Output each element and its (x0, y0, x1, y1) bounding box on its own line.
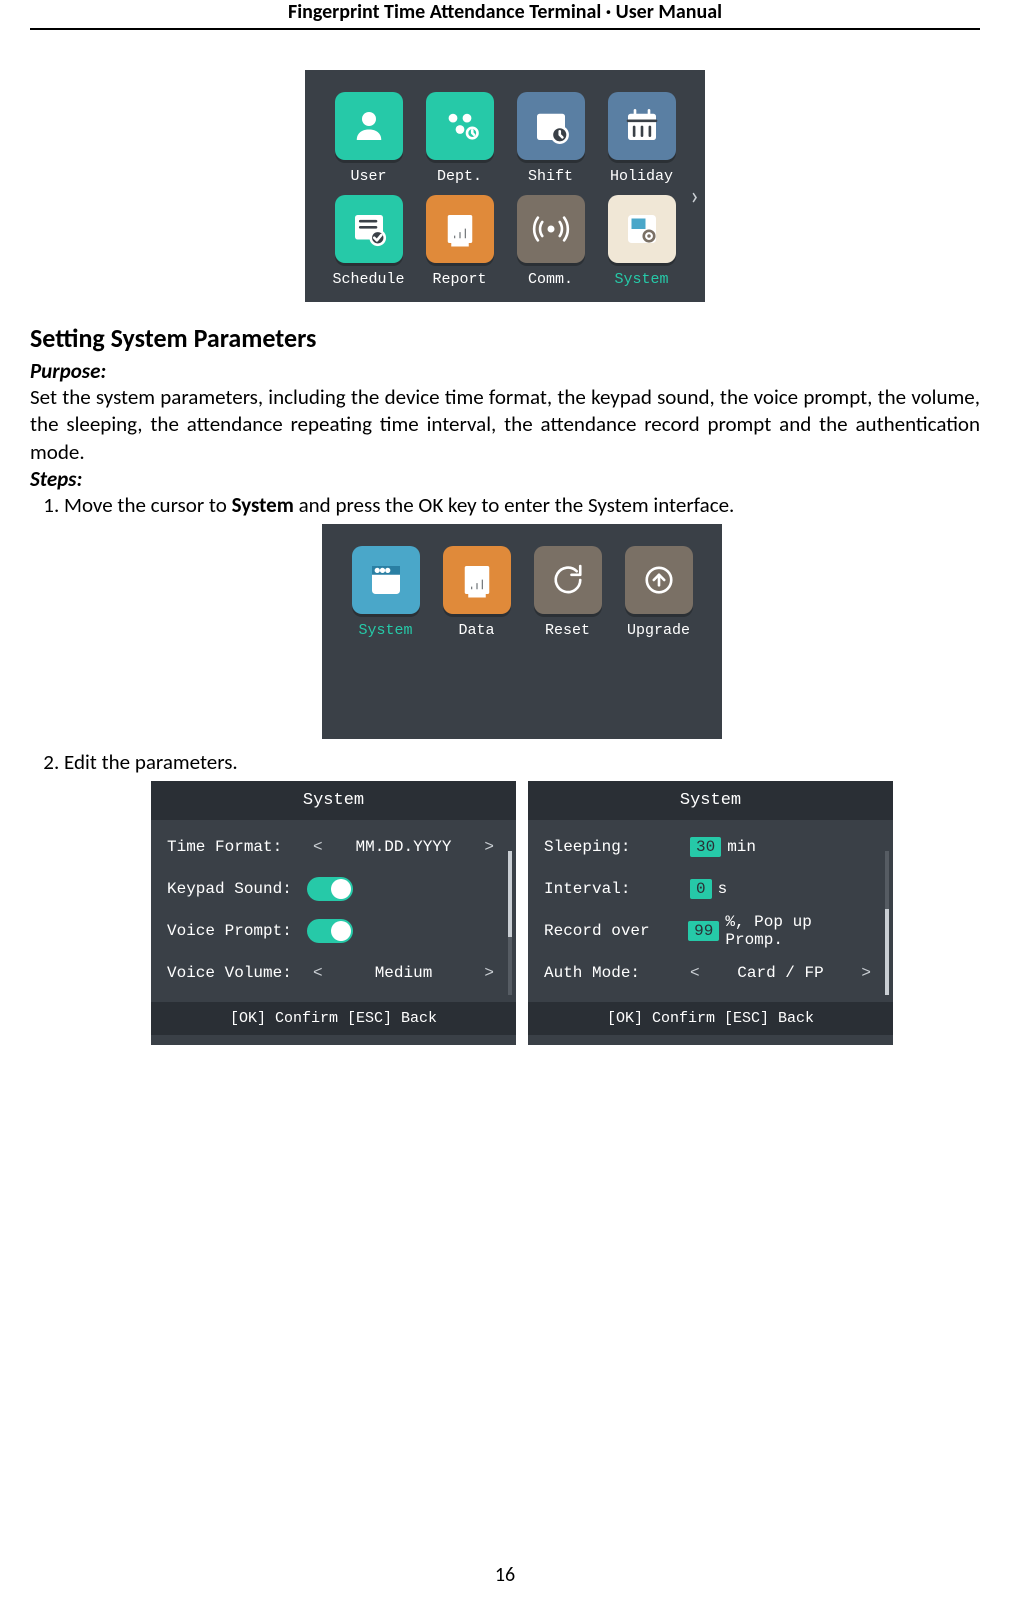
setting-row[interactable]: Voice Volume:<Medium> (167, 960, 500, 986)
panel-title: System (151, 781, 516, 820)
setting-label: Sleeping: (544, 838, 684, 856)
menu-tile-system[interactable]: System (604, 195, 679, 288)
menu-tile-label: Report (422, 271, 497, 288)
menu-tile-label: Dept. (422, 168, 497, 185)
menu-tile-data[interactable]: Data (439, 546, 514, 639)
step-2: Edit the parameters. System Time Format:… (64, 749, 980, 1045)
menu-tile-label: User (331, 168, 406, 185)
setting-label: Keypad Sound: (167, 880, 307, 898)
menu-tile-label: Shift (513, 168, 588, 185)
clock-icon (517, 92, 585, 160)
scrollbar[interactable] (508, 851, 512, 995)
menu-tile-label: Holiday (604, 168, 679, 185)
page-number: 16 (0, 1563, 1010, 1587)
setting-label: Voice Volume: (167, 964, 307, 982)
setting-label: Interval: (544, 880, 684, 898)
setting-value[interactable]: 0 (690, 879, 712, 899)
setting-label: Auth Mode: (544, 964, 684, 982)
group-icon (426, 92, 494, 160)
menu-tile-schedule[interactable]: Schedule (331, 195, 406, 288)
chevron-left-icon[interactable]: < (307, 964, 329, 982)
chevron-right-icon[interactable]: > (478, 964, 500, 982)
chevron-right-icon: › (690, 179, 699, 211)
reset-icon (534, 546, 602, 614)
menu-tile-label: Schedule (331, 271, 406, 288)
setting-row[interactable]: Sleeping: 30 min (544, 834, 877, 860)
purpose-heading: Purpose: (30, 358, 980, 384)
report-icon (443, 546, 511, 614)
setting-value[interactable]: 30 (690, 837, 721, 857)
system-submenu-screenshot: System Data Reset Upgrade (322, 524, 722, 739)
window-icon (352, 546, 420, 614)
steps-heading: Steps: (30, 466, 980, 492)
step-1-post: and press the OK key to enter the System… (294, 492, 735, 518)
setting-label: Voice Prompt: (167, 922, 307, 940)
menu-tile-holiday[interactable]: Holiday (604, 92, 679, 185)
menu-tile-reset[interactable]: Reset (530, 546, 605, 639)
setting-row[interactable]: Auth Mode:<Card / FP> (544, 960, 877, 986)
menu-tile-label: Data (439, 622, 514, 639)
setting-suffix: s (718, 880, 728, 898)
panel-title: System (528, 781, 893, 820)
report-icon (426, 195, 494, 263)
system-panel-left: System Time Format:<MM.DD.YYYY>Keypad So… (151, 781, 516, 1045)
chevron-right-icon[interactable]: > (478, 838, 500, 856)
setting-row[interactable]: Record over99%, Pop up Promp. (544, 918, 877, 944)
chevron-left-icon[interactable]: < (307, 838, 329, 856)
main-menu-screenshot: User Dept. Shift Holiday Schedule Report Comm.… (305, 70, 705, 302)
up-icon (625, 546, 693, 614)
step-1: Move the cursor to System and press the … (64, 492, 980, 739)
setting-value: Card / FP (706, 964, 856, 982)
menu-tile-user[interactable]: User (331, 92, 406, 185)
setting-label: Time Format: (167, 838, 307, 856)
gear-icon (608, 195, 676, 263)
panel-footer: [OK] Confirm [ESC] Back (151, 1002, 516, 1035)
menu-tile-comm[interactable]: Comm. (513, 195, 588, 288)
setting-row[interactable]: Time Format:<MM.DD.YYYY> (167, 834, 500, 860)
calendar-icon (608, 92, 676, 160)
panel-footer: [OK] Confirm [ESC] Back (528, 1002, 893, 1035)
setting-row[interactable]: Interval: 0s (544, 876, 877, 902)
chevron-left-icon[interactable]: < (684, 964, 706, 982)
setting-row[interactable]: Voice Prompt: (167, 918, 500, 944)
toggle-switch[interactable] (307, 877, 353, 901)
menu-tile-label: Comm. (513, 271, 588, 288)
step-2-text: Edit the parameters. (64, 749, 238, 775)
menu-tile-shift[interactable]: Shift (513, 92, 588, 185)
purpose-body: Set the system parameters, including the… (30, 384, 980, 466)
setting-row[interactable]: Keypad Sound: (167, 876, 500, 902)
wave-icon (517, 195, 585, 263)
person-icon (335, 92, 403, 160)
step-1-pre: Move the cursor to (64, 492, 232, 518)
setting-label: Record over (544, 922, 682, 940)
menu-tile-label: System (604, 271, 679, 288)
toggle-switch[interactable] (307, 919, 353, 943)
menu-tile-upgrade[interactable]: Upgrade (621, 546, 696, 639)
menu-tile-system[interactable]: System (348, 546, 423, 639)
step-1-strong: System (232, 492, 294, 518)
menu-tile-label: System (348, 622, 423, 639)
section-title: Setting System Parameters (30, 322, 980, 354)
setting-suffix: %, Pop up Promp. (725, 913, 877, 949)
menu-tile-label: Upgrade (621, 622, 696, 639)
schedule-icon (335, 195, 403, 263)
system-panel-right: System Sleeping: 30 min Interval: 0s Record o… (528, 781, 893, 1045)
setting-suffix: min (727, 838, 756, 856)
setting-value[interactable]: 99 (688, 921, 719, 941)
menu-tile-dept[interactable]: Dept. (422, 92, 497, 185)
setting-value: MM.DD.YYYY (329, 838, 479, 856)
scrollbar[interactable] (885, 851, 889, 995)
page-header: Fingerprint Time Attendance Terminal · U… (30, 0, 980, 30)
setting-value: Medium (329, 964, 479, 982)
menu-tile-label: Reset (530, 622, 605, 639)
menu-tile-report[interactable]: Report (422, 195, 497, 288)
chevron-right-icon[interactable]: > (855, 964, 877, 982)
